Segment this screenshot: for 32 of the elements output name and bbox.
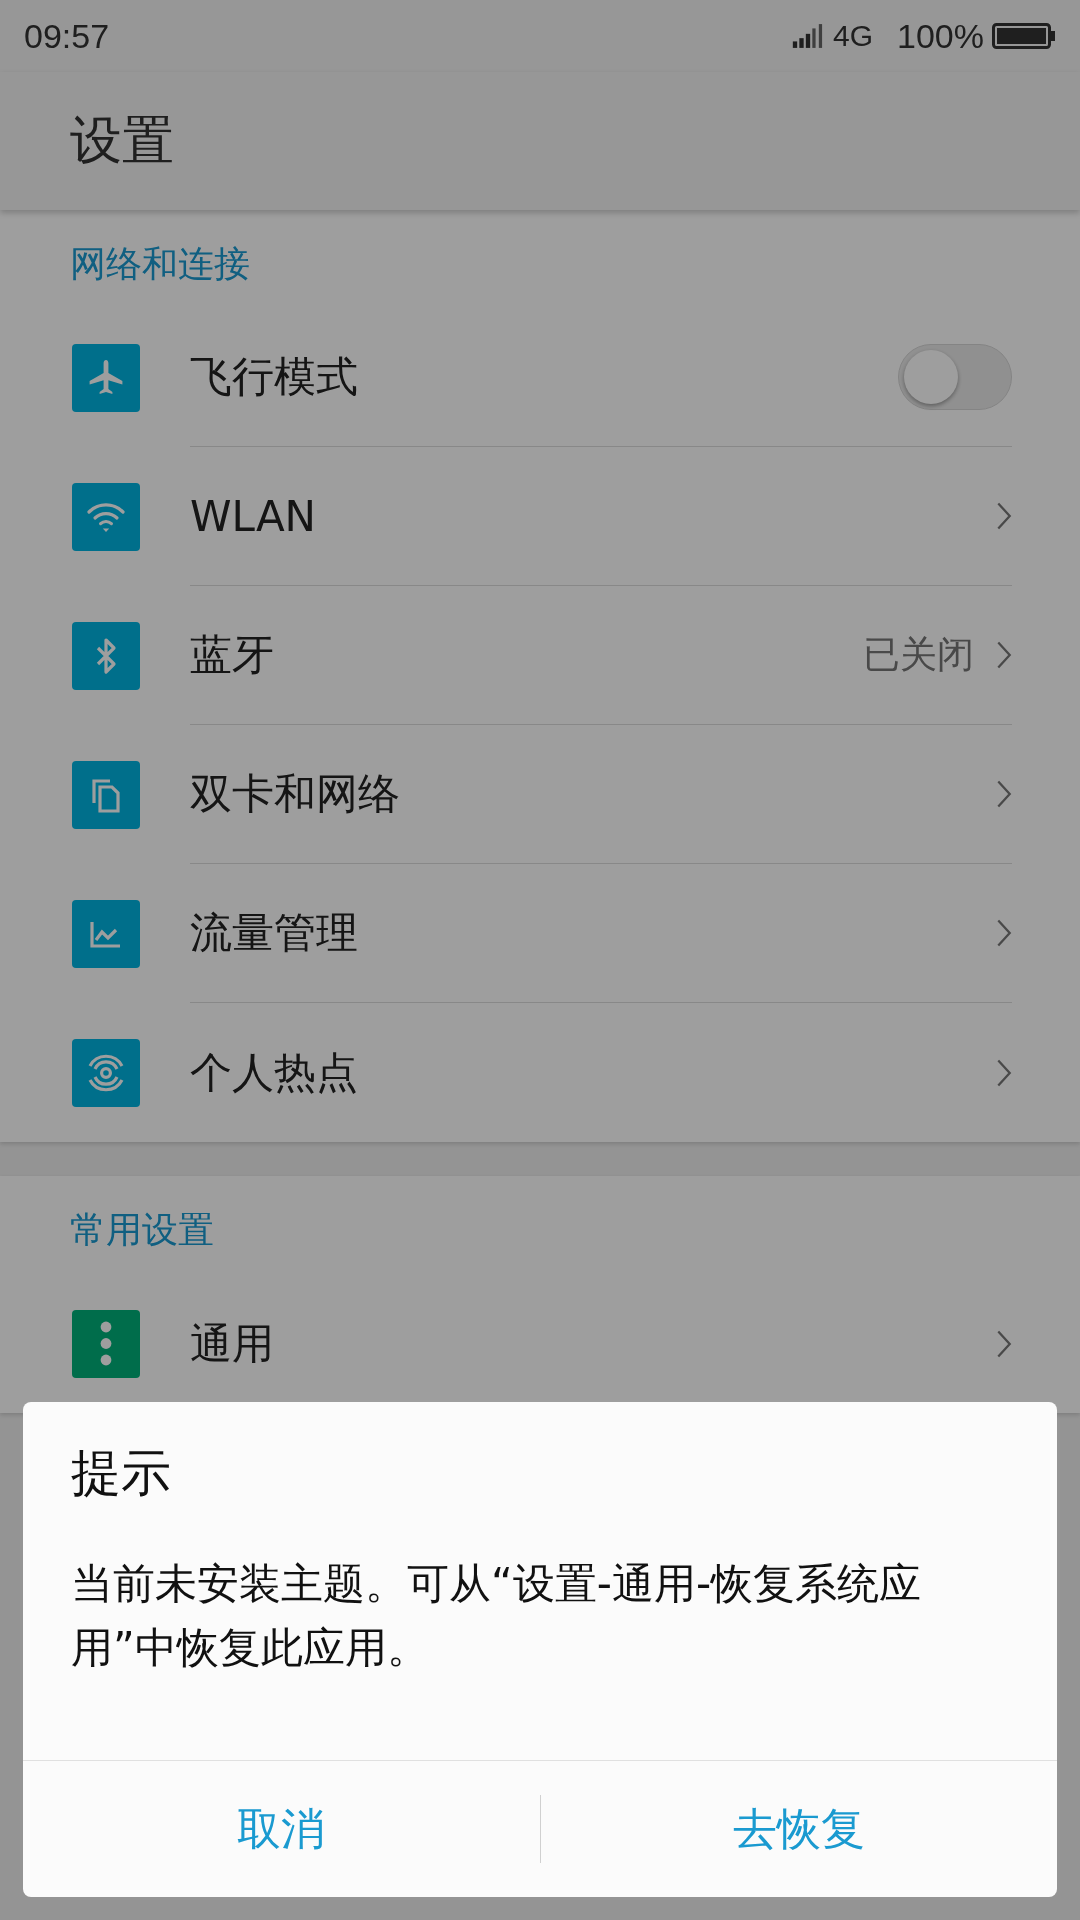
dialog-title: 提示 — [70, 1443, 172, 1504]
battery-percent: 100% — [897, 16, 984, 56]
more-icon — [100, 1321, 112, 1366]
chevron-icon — [996, 1057, 1012, 1088]
row-label: 蓝牙 — [190, 629, 275, 681]
settings-row[interactable]: 飞行模式 — [0, 308, 1080, 447]
page-title: 设置 — [70, 109, 174, 172]
dialog-message: 当前未安装主题。可从“设置-通用-恢复系统应用”中恢复此应用。 — [70, 1558, 923, 1674]
chevron-icon — [996, 918, 1012, 948]
settings-row[interactable]: 通用 — [0, 1274, 1080, 1413]
row-label: 流量管理 — [190, 907, 359, 959]
settings-row[interactable]: WLAN — [0, 447, 1080, 586]
row-label: 个人热点 — [190, 1046, 359, 1099]
network-type: 4G — [833, 19, 874, 53]
row-label: 通用 — [190, 1317, 275, 1370]
chevron-icon — [996, 779, 1012, 809]
section-header: 网络和连接 — [69, 242, 251, 286]
settings-row[interactable]: 蓝牙 已关闭 — [0, 586, 1080, 725]
chevron-icon — [996, 1328, 1012, 1359]
settings-row[interactable]: 流量管理 — [0, 864, 1080, 1003]
row-label: WLAN — [190, 491, 318, 541]
status-time: 09:57 — [24, 16, 110, 56]
row-label: 双卡和网络 — [190, 768, 401, 820]
signal-icon — [791, 23, 825, 49]
chevron-icon — [996, 501, 1012, 531]
row-label: 飞行模式 — [190, 351, 359, 403]
settings-row[interactable]: 双卡和网络 — [0, 725, 1080, 864]
battery-icon — [992, 23, 1056, 49]
section-header: 常用设置 — [69, 1208, 215, 1252]
chevron-icon — [996, 640, 1012, 670]
row-value: 已关闭 — [863, 632, 974, 678]
settings-row[interactable]: 个人热点 — [0, 1003, 1080, 1142]
